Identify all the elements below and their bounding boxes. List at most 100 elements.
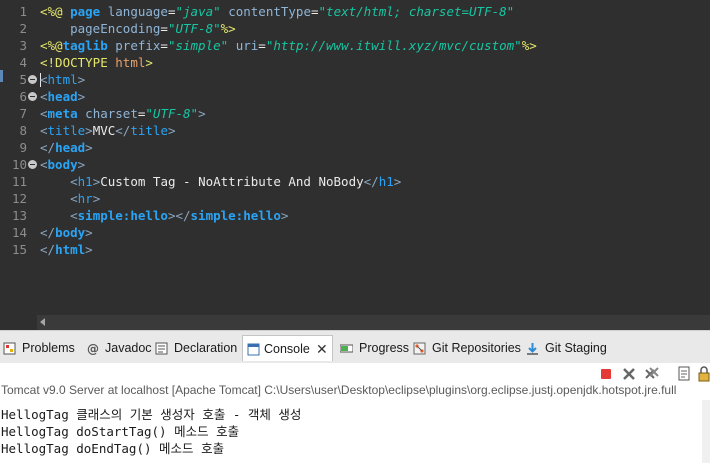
- code-token: %>: [521, 38, 537, 53]
- line-number: 7: [19, 106, 27, 121]
- console-icon: [247, 343, 260, 356]
- code-token: >: [393, 174, 402, 189]
- code-line[interactable]: 1 <%@ page language="java" contentType="t…: [0, 3, 710, 20]
- code-text: <hr>: [40, 190, 100, 207]
- git-staging-icon: [527, 343, 538, 355]
- tab-problems[interactable]: Problems: [3, 335, 77, 361]
- code-text: <simple:hello></simple:hello>: [40, 207, 288, 224]
- line-number: 9: [19, 140, 27, 155]
- console-vertical-scrollbar[interactable]: [702, 400, 710, 463]
- code-token: html: [55, 242, 86, 257]
- console-partial-line: [0, 363, 360, 369]
- code-token: body: [55, 225, 86, 240]
- tab-progress[interactable]: Progress: [340, 335, 409, 361]
- line-number: 2: [19, 21, 27, 36]
- editor-horizontal-scrollbar[interactable]: [0, 315, 710, 330]
- code-text: pageEncoding="UTF-8"%>: [40, 20, 236, 37]
- code-token: prefix: [115, 38, 161, 53]
- code-token: <%@: [40, 4, 71, 19]
- tab-console[interactable]: Console ✕: [242, 335, 333, 361]
- scrollbar-corner: [0, 315, 37, 330]
- code-line[interactable]: 3 <%@taglib prefix="simple" uri="http://w…: [0, 37, 710, 54]
- tab-label: Problems: [22, 341, 75, 355]
- console-output-line: HellogTag 클래스의 기본 생성자 호출 - 객체 생성: [1, 407, 302, 422]
- code-token: body: [47, 157, 78, 172]
- declaration-icon: [155, 342, 168, 355]
- code-line[interactable]: 7 <meta charset="UTF-8">: [0, 105, 710, 122]
- code-token: %>: [220, 21, 236, 36]
- remove-all-terminated-icon[interactable]: [644, 366, 660, 382]
- code-token: >: [77, 89, 86, 104]
- console-output-line: HellogTag doEndTag() 메소드 호출: [1, 441, 225, 456]
- code-token: =: [160, 38, 168, 53]
- line-number: 14: [11, 225, 27, 240]
- code-text: <html>: [40, 71, 85, 88]
- terminate-icon[interactable]: [598, 366, 614, 382]
- code-token: h1: [77, 174, 93, 189]
- code-token: <%@: [40, 38, 63, 53]
- code-line[interactable]: 5 <html>: [0, 71, 710, 88]
- fold-toggle-icon[interactable]: [28, 160, 37, 169]
- code-line[interactable]: 10 <body>: [0, 156, 710, 173]
- code-token: "java": [175, 4, 221, 19]
- scroll-left-arrow-icon[interactable]: [40, 318, 45, 326]
- code-token: >: [198, 106, 206, 121]
- code-line[interactable]: 6 <head>: [0, 88, 710, 105]
- tab-git-staging[interactable]: Git Staging: [526, 335, 608, 361]
- scroll-lock-icon[interactable]: [696, 366, 710, 382]
- tab-javadoc[interactable]: @ Javadoc: [86, 335, 152, 361]
- code-line[interactable]: 14 </body>: [0, 224, 710, 241]
- code-text: <body>: [40, 156, 85, 173]
- code-token: hr: [77, 191, 93, 206]
- code-line[interactable]: 2 pageEncoding="UTF-8"%>: [0, 20, 710, 37]
- code-token: =: [258, 38, 266, 53]
- code-token: >: [85, 140, 93, 155]
- code-text: </body>: [40, 224, 93, 241]
- code-token: pageEncoding: [70, 21, 161, 36]
- code-line[interactable]: 15 </html>: [0, 241, 710, 258]
- code-line[interactable]: 8 <title>MVC</title>: [0, 122, 710, 139]
- code-token: >: [92, 191, 101, 206]
- line-number: 8: [19, 123, 27, 138]
- tab-label: Javadoc: [105, 341, 152, 355]
- code-line[interactable]: 11 <h1 > Custom Tag - NoAttribute And NoBo…: [0, 173, 710, 190]
- line-number: 12: [11, 191, 27, 206]
- fold-toggle-icon[interactable]: [28, 92, 37, 101]
- line-number: 3: [19, 38, 27, 53]
- console-view[interactable]: Tomcat v9.0 Server at localhost [Apache …: [0, 363, 710, 463]
- bottom-panel-tabbar: Problems @ Javadoc Declaration Console ✕…: [0, 330, 710, 363]
- code-line[interactable]: 12 <hr>: [0, 190, 710, 207]
- code-line[interactable]: 9 </head>: [0, 139, 710, 156]
- tab-label: Console: [264, 342, 310, 356]
- code-text: <!DOCTYPE html>: [40, 54, 153, 71]
- close-tab-icon[interactable]: ✕: [316, 336, 328, 362]
- clear-console-icon[interactable]: [676, 366, 692, 382]
- code-token: </: [115, 123, 131, 138]
- line-number: 11: [11, 174, 27, 189]
- remove-launch-icon[interactable]: [621, 366, 637, 382]
- code-token: <: [70, 174, 78, 189]
- code-token: "http://www.itwill.xyz/mvc/custom": [265, 38, 522, 53]
- code-token: >: [85, 242, 93, 257]
- code-token: =: [160, 21, 168, 36]
- code-token: page: [70, 4, 108, 19]
- code-line[interactable]: 4 <!DOCTYPE html>: [0, 54, 710, 71]
- code-token: Custom Tag - NoAttribute And NoBody: [100, 174, 364, 189]
- tab-git-repositories[interactable]: Git Repositories: [413, 335, 521, 361]
- tab-label: Declaration: [174, 341, 238, 355]
- code-line[interactable]: 13 <simple:hello></simple:hello>: [0, 207, 710, 224]
- code-token: title: [130, 123, 168, 138]
- tab-declaration[interactable]: Declaration: [155, 335, 237, 361]
- code-editor[interactable]: 1 <%@ page language="java" contentType="t…: [0, 0, 710, 315]
- svg-text:@: @: [87, 342, 99, 355]
- fold-toggle-icon[interactable]: [28, 75, 37, 84]
- code-token: <!DOCTYPE: [40, 55, 116, 70]
- code-token: =: [310, 4, 319, 19]
- code-token: language: [107, 4, 168, 19]
- code-token: "UTF-8": [145, 106, 199, 121]
- code-token: charset: [85, 106, 138, 121]
- code-token: >: [280, 208, 289, 223]
